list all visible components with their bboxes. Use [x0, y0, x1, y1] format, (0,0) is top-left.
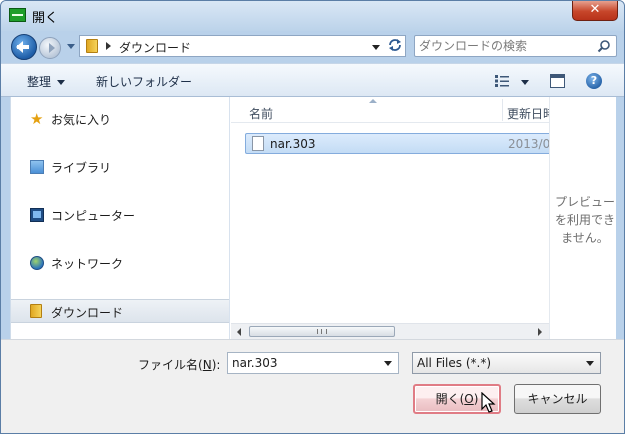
scroll-left-icon[interactable] [237, 328, 241, 336]
sidebar-item-network[interactable]: ネットワーク [11, 251, 229, 275]
chevron-down-icon[interactable] [384, 361, 392, 366]
network-icon [30, 256, 44, 270]
file-name: nar.303 [270, 137, 316, 151]
navigation-bar: ダウンロード [1, 31, 624, 63]
column-header-name[interactable]: 名前 [249, 105, 273, 122]
view-dropdown[interactable] [521, 80, 529, 85]
file-date: 2013/0 [508, 137, 549, 151]
window-title: 開く [32, 11, 59, 26]
filetype-value: All Files (*.*) [417, 356, 492, 370]
sidebar-item-label: ネットワーク [51, 257, 124, 271]
horizontal-scrollbar[interactable] [231, 323, 549, 339]
search-input[interactable] [419, 37, 591, 55]
open-access-key: O [464, 392, 474, 406]
file-row[interactable]: nar.303 2013/0 [245, 133, 549, 154]
address-bar[interactable]: ダウンロード [79, 35, 406, 57]
sidebar-item-label: コンピューター [51, 209, 136, 223]
chevron-down-icon [57, 80, 66, 85]
column-headers: 名前 更新日時 [231, 97, 555, 123]
scrollbar-thumb[interactable] [249, 326, 395, 337]
sidebar-item-favorites[interactable]: ★ お気に入り [11, 107, 229, 131]
refresh-button[interactable] [386, 37, 404, 55]
organize-label: 整理 [27, 75, 52, 89]
preview-pane-icon[interactable] [550, 74, 565, 88]
filename-label-text: ファイル名 [138, 358, 199, 372]
folder-icon [86, 39, 98, 53]
dialog-footer: ファイル名(N): All Files (*.*) 開く(O) キャンセル [1, 339, 624, 433]
title-bar: 開く ✕ [1, 1, 624, 31]
computer-icon [30, 208, 44, 222]
preview-pane: プレビューを利用できません。 [549, 97, 616, 339]
star-icon: ★ [30, 110, 44, 128]
sidebar-item-libraries[interactable]: ライブラリ [11, 155, 229, 179]
view-options-icon[interactable] [495, 75, 509, 87]
back-button[interactable] [11, 34, 37, 60]
filename-combobox[interactable] [227, 352, 399, 374]
scroll-right-icon[interactable] [538, 328, 542, 336]
open-file-dialog: 開く ✕ ダウンロード ダウンロードの検索 整理 新しいフォルダー ? ★ お気… [0, 0, 625, 434]
browser-area: ★ お気に入り ライブラリ コンピューター ネットワーク ダウンロード 名前 更… [10, 97, 616, 339]
help-icon[interactable]: ? [586, 73, 602, 89]
breadcrumb-current[interactable]: ダウンロード [119, 39, 191, 56]
organize-menu[interactable]: 整理 [27, 73, 66, 90]
library-icon [30, 160, 44, 174]
filename-label: ファイル名(N): [138, 358, 221, 372]
history-dropdown[interactable] [67, 44, 75, 49]
filename-input[interactable] [232, 355, 377, 371]
folder-icon [30, 304, 42, 318]
forward-button[interactable] [39, 37, 61, 59]
filetype-select[interactable]: All Files (*.*) [412, 352, 601, 374]
new-folder-button[interactable]: 新しいフォルダー [96, 73, 192, 90]
column-header-date[interactable]: 更新日時 [507, 105, 555, 122]
search-box[interactable] [414, 35, 617, 57]
mouse-cursor-icon [481, 392, 496, 413]
chevron-down-icon [586, 361, 594, 366]
sort-ascending-icon [369, 99, 377, 103]
file-icon [252, 136, 264, 151]
navigation-pane: ★ お気に入り ライブラリ コンピューター ネットワーク ダウンロード [11, 97, 230, 339]
grip-icon [317, 329, 327, 334]
sidebar-item-label: ダウンロード [51, 306, 124, 320]
breadcrumb-separator-icon[interactable] [106, 42, 111, 50]
refresh-icon [389, 39, 401, 51]
close-button[interactable]: ✕ [572, 1, 618, 21]
sidebar-item-downloads[interactable]: ダウンロード [11, 299, 229, 323]
command-toolbar: 整理 新しいフォルダー ? [1, 63, 624, 97]
cancel-button[interactable]: キャンセル [514, 384, 601, 414]
file-list: 名前 更新日時 nar.303 2013/0 [231, 97, 555, 339]
sidebar-item-computer[interactable]: コンピューター [11, 203, 229, 227]
sidebar-item-label: ライブラリ [51, 161, 112, 175]
filename-access-key: N [202, 358, 212, 372]
app-icon [9, 8, 26, 22]
open-label: 開く [435, 392, 460, 406]
column-divider[interactable] [502, 99, 503, 121]
sidebar-item-label: お気に入り [51, 113, 112, 127]
preview-message: プレビューを利用できません。 [554, 195, 615, 245]
search-icon[interactable] [597, 39, 611, 53]
address-dropdown[interactable] [372, 45, 380, 50]
